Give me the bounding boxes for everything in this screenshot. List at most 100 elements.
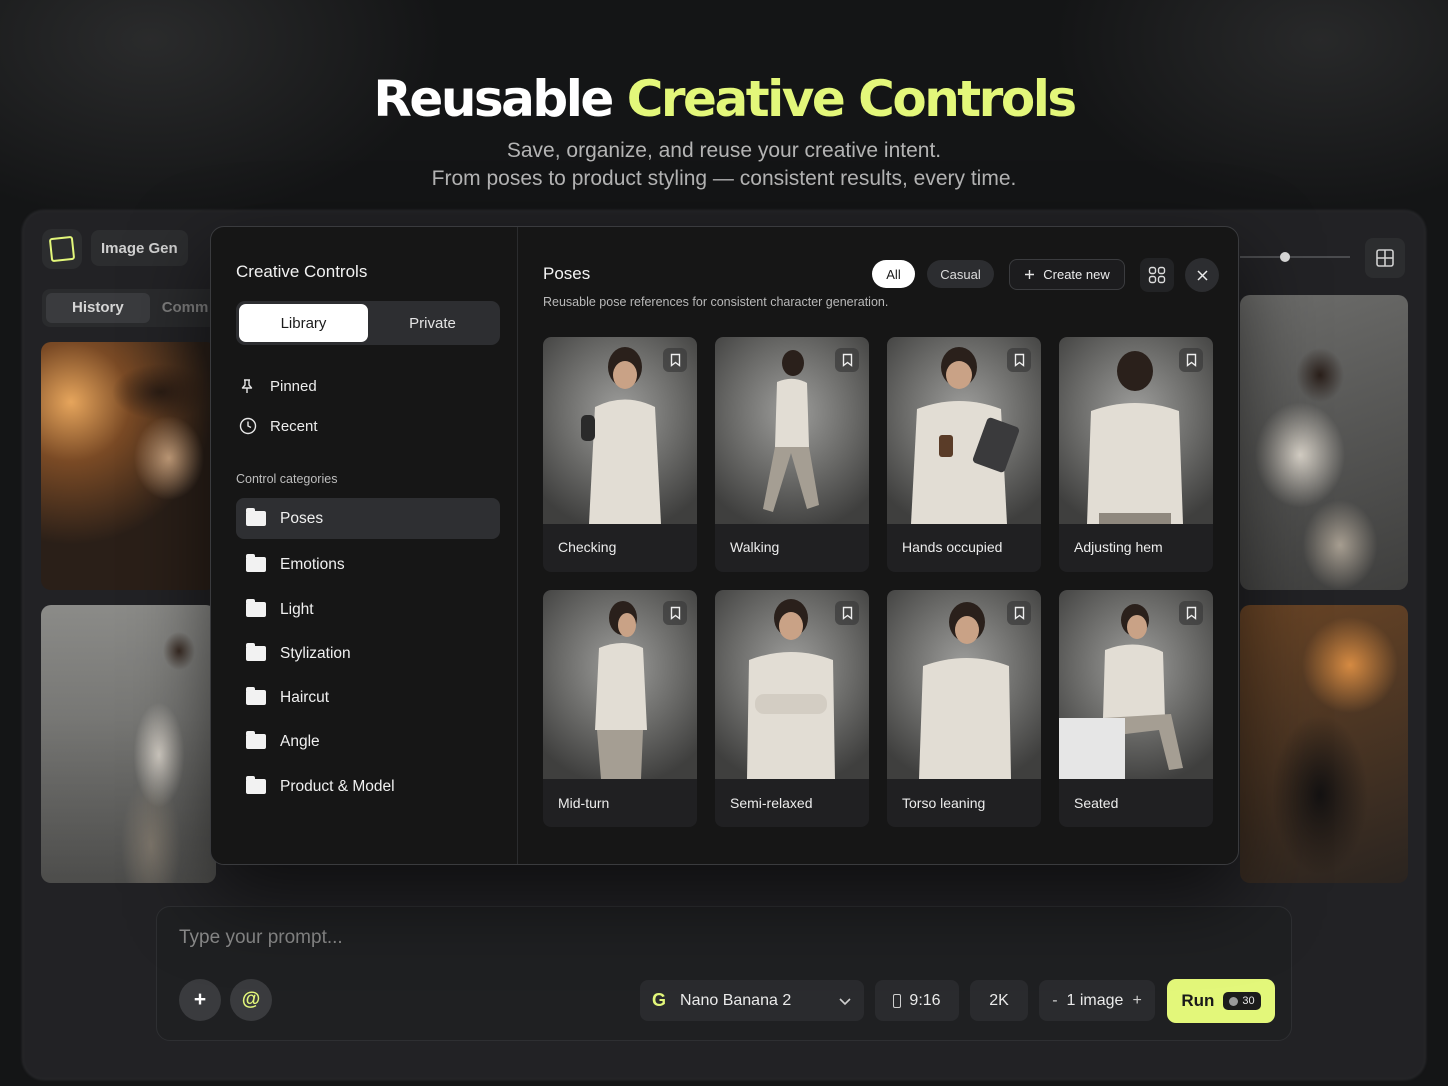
hero-subtitle: Save, organize, and reuse your creative … — [0, 137, 1448, 193]
pose-card[interactable]: Walking — [715, 337, 869, 572]
credit-cost-badge: 30 — [1223, 992, 1261, 1010]
bookmark-icon — [842, 353, 852, 367]
sidebar-item-pinned[interactable]: Pinned — [236, 366, 500, 406]
zoom-slider-track[interactable] — [1240, 256, 1350, 258]
history-image[interactable] — [1240, 295, 1408, 590]
pose-card[interactable]: Torso leaning — [887, 590, 1041, 827]
tab-history[interactable]: History — [46, 293, 150, 323]
bookmark-icon — [1186, 606, 1196, 620]
category-poses[interactable]: Poses — [236, 498, 500, 539]
bookmark-button[interactable] — [835, 348, 859, 372]
model-select[interactable]: G Nano Banana 2 — [640, 980, 864, 1021]
folder-icon — [246, 508, 266, 526]
category-label: Stylization — [280, 644, 351, 662]
library-private-toggle: Library Private — [236, 301, 500, 345]
create-new-button[interactable]: Create new — [1009, 259, 1125, 290]
increment-button[interactable]: + — [1132, 992, 1141, 1010]
model-logo-icon: G — [652, 990, 667, 1010]
filter-casual[interactable]: Casual — [927, 260, 994, 288]
layout-toggle-button[interactable] — [1365, 238, 1405, 278]
bookmark-icon — [1014, 353, 1024, 367]
pose-card[interactable]: Semi-relaxed — [715, 590, 869, 827]
pin-icon — [236, 378, 270, 394]
sidebar-item-label: Pinned — [270, 377, 317, 395]
hero-subtitle-line-2: From poses to product styling — consiste… — [431, 167, 1017, 190]
category-angle[interactable]: Angle — [236, 721, 500, 762]
aspect-ratio-button[interactable]: 9:16 — [875, 980, 959, 1021]
hero-title-accent: Creative Controls — [626, 70, 1077, 128]
close-icon — [1196, 269, 1208, 281]
bookmark-icon — [670, 353, 680, 367]
category-emotions[interactable]: Emotions — [236, 544, 500, 585]
creative-controls-modal: Creative Controls Library Private Pinned… — [210, 226, 1239, 865]
category-product-model[interactable]: Product & Model — [236, 766, 500, 807]
category-light[interactable]: Light — [236, 589, 500, 630]
at-icon: @ — [241, 989, 261, 1010]
category-label: Haircut — [280, 688, 330, 706]
grid-view-button[interactable] — [1140, 258, 1174, 292]
pose-card[interactable]: Hands occupied — [887, 337, 1041, 572]
category-label: Angle — [280, 732, 320, 750]
grid-view-icon — [1148, 266, 1166, 284]
zoom-slider-handle[interactable] — [1280, 252, 1290, 262]
decrement-button[interactable]: - — [1052, 992, 1057, 1010]
plus-icon — [1025, 270, 1035, 279]
category-stylization[interactable]: Stylization — [236, 633, 500, 674]
logo-icon — [48, 235, 76, 263]
bookmark-button[interactable] — [835, 601, 859, 625]
pose-card[interactable]: Checking — [543, 337, 697, 572]
run-button[interactable]: Run 30 — [1167, 979, 1275, 1023]
bookmark-button[interactable] — [1179, 601, 1203, 625]
pose-card[interactable]: Adjusting hem — [1059, 337, 1213, 572]
prompt-input[interactable] — [179, 927, 979, 949]
sidebar-item-label: Recent — [270, 417, 318, 435]
category-label: Light — [280, 600, 314, 618]
app-logo[interactable] — [42, 229, 82, 269]
clock-icon — [236, 417, 270, 435]
pose-card[interactable]: Mid-turn — [543, 590, 697, 827]
history-image[interactable] — [1240, 605, 1408, 883]
model-name: Nano Banana 2 — [680, 991, 792, 1009]
bookmark-icon — [1186, 353, 1196, 367]
category-label: Emotions — [280, 555, 345, 573]
segment-library[interactable]: Library — [239, 304, 368, 342]
pose-label: Mid-turn — [558, 795, 610, 811]
pose-label: Checking — [558, 539, 617, 555]
sidebar-item-recent[interactable]: Recent — [236, 406, 500, 446]
run-label: Run — [1181, 991, 1215, 1010]
pose-label: Hands occupied — [902, 539, 1003, 555]
history-image[interactable] — [41, 342, 216, 590]
filter-all[interactable]: All — [872, 260, 915, 288]
close-button[interactable] — [1185, 258, 1219, 292]
category-label: Product & Model — [280, 777, 395, 795]
resolution-button[interactable]: 2K — [970, 980, 1028, 1021]
pose-label: Adjusting hem — [1074, 539, 1163, 555]
folder-icon — [246, 599, 266, 617]
bookmark-icon — [670, 606, 680, 620]
bookmark-button[interactable] — [663, 601, 687, 625]
portrait-icon — [893, 993, 902, 1008]
bookmark-icon — [1014, 606, 1024, 620]
image-count-value: 1 image — [1066, 991, 1124, 1009]
grid-layout-icon — [1376, 249, 1394, 267]
add-attachment-button[interactable]: + — [179, 979, 221, 1021]
bookmark-button[interactable] — [1179, 348, 1203, 372]
prompt-bar: + @ G Nano Banana 2 9:16 2K - 1 image + … — [156, 906, 1292, 1041]
app-tabs: History Comm — [42, 289, 222, 327]
folder-icon — [246, 776, 266, 794]
aspect-ratio-value: 9:16 — [909, 991, 941, 1009]
history-image[interactable] — [41, 605, 216, 883]
mention-button[interactable]: @ — [230, 979, 272, 1021]
folder-icon — [246, 687, 266, 705]
pose-card[interactable]: Seated — [1059, 590, 1213, 827]
app-title-chip[interactable]: Image Gen — [91, 230, 188, 266]
bookmark-button[interactable] — [1007, 348, 1031, 372]
panel-description: Reusable pose references for consistent … — [543, 295, 889, 309]
credit-coin-icon — [1229, 996, 1239, 1006]
bookmark-button[interactable] — [1007, 601, 1031, 625]
bookmark-button[interactable] — [663, 348, 687, 372]
pose-label: Semi-relaxed — [730, 795, 813, 811]
pose-label: Seated — [1074, 795, 1119, 811]
category-haircut[interactable]: Haircut — [236, 677, 500, 718]
segment-private[interactable]: Private — [368, 304, 497, 342]
